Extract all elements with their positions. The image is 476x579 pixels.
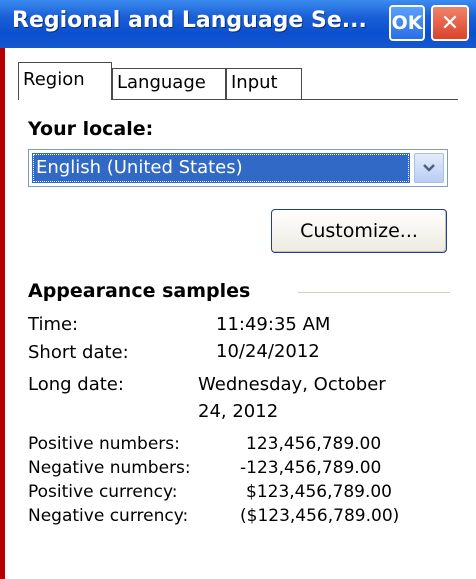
customize-button-label: Customize...	[300, 220, 418, 242]
tab-language[interactable]: Language	[112, 68, 226, 100]
section-divider	[298, 292, 450, 293]
customize-button[interactable]: Customize...	[271, 209, 447, 253]
tab-input-label: Input	[231, 72, 278, 93]
long-date-label: Long date:	[28, 374, 124, 395]
time-label: Time:	[28, 314, 79, 335]
long-date-value-line2: 24, 2012	[198, 401, 279, 422]
tab-language-label: Language	[117, 72, 206, 93]
negative-numbers-value: -123,456,789.00	[240, 458, 382, 478]
short-date-label: Short date:	[28, 342, 129, 363]
ok-button-label: OK	[391, 12, 423, 34]
title-bar: Regional and Language Se... OK ✕	[0, 0, 476, 48]
locale-selected-value[interactable]: English (United States)	[32, 153, 410, 183]
ok-button[interactable]: OK	[389, 5, 425, 41]
negative-currency-label: Negative currency:	[28, 506, 189, 526]
negative-currency-value: ($123,456,789.00)	[240, 506, 400, 526]
negative-numbers-label: Negative numbers:	[28, 458, 191, 478]
window-title: Regional and Language Se...	[12, 8, 367, 33]
regional-language-settings-window: Regional and Language Se... OK ✕ Region …	[0, 0, 476, 579]
tab-region[interactable]: Region	[18, 62, 112, 100]
positive-currency-value: $123,456,789.00	[246, 482, 393, 502]
positive-numbers-label: Positive numbers:	[28, 434, 180, 454]
time-value: 11:49:35 AM	[216, 314, 331, 335]
window-edge	[0, 48, 5, 579]
chevron-down-icon	[423, 164, 435, 172]
long-date-value-line1: Wednesday, October	[198, 374, 386, 395]
locale-label: Your locale:	[28, 118, 154, 140]
appearance-samples-title: Appearance samples	[28, 280, 251, 302]
locale-select[interactable]: English (United States)	[28, 149, 448, 187]
close-button[interactable]: ✕	[431, 5, 469, 41]
tab-region-label: Region	[23, 69, 85, 90]
dropdown-button[interactable]	[414, 153, 444, 183]
short-date-value: 10/24/2012	[216, 341, 320, 362]
tab-input[interactable]: Input	[226, 68, 302, 100]
positive-numbers-value: 123,456,789.00	[246, 434, 382, 454]
close-icon: ✕	[440, 10, 460, 36]
positive-currency-label: Positive currency:	[28, 482, 178, 502]
